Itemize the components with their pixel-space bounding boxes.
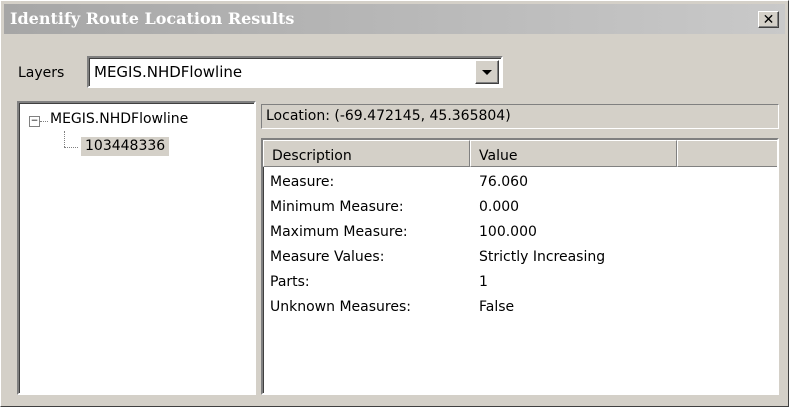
list-item[interactable]: Measure: 76.060 bbox=[263, 174, 773, 199]
results-tree[interactable]: − MEGIS.NHDFlowline 103448336 bbox=[17, 101, 256, 395]
description-cell: Minimum Measure: bbox=[270, 199, 404, 215]
close-icon: ✕ bbox=[762, 11, 775, 28]
tree-item-layer[interactable]: MEGIS.NHDFlowline bbox=[50, 111, 188, 127]
value-cell: Strictly Increasing bbox=[479, 249, 606, 265]
value-cell: 76.060 bbox=[479, 174, 528, 190]
attributes-list[interactable]: Description Value Measure: 76.060 Minimu… bbox=[261, 138, 779, 395]
list-item[interactable]: Parts: 1 bbox=[263, 274, 773, 299]
close-button[interactable]: ✕ bbox=[758, 11, 779, 28]
tree-connector bbox=[40, 121, 48, 122]
tree-connector bbox=[64, 147, 78, 148]
layers-dropdown-button[interactable] bbox=[475, 60, 499, 84]
value-cell: False bbox=[479, 299, 515, 315]
column-header-description[interactable]: Description bbox=[263, 140, 470, 167]
list-item[interactable]: Maximum Measure: 100.000 bbox=[263, 224, 773, 249]
location-field: Location: (-69.472145, 45.365804) bbox=[261, 104, 779, 129]
list-item[interactable]: Minimum Measure: 0.000 bbox=[263, 199, 773, 224]
window-title: Identify Route Location Results bbox=[10, 9, 295, 28]
location-text: Location: (-69.472145, 45.365804) bbox=[266, 108, 511, 124]
list-header: Description Value bbox=[263, 140, 777, 168]
column-header-empty[interactable] bbox=[677, 140, 777, 167]
chevron-down-icon bbox=[482, 69, 492, 75]
description-cell: Unknown Measures: bbox=[270, 299, 411, 315]
collapse-icon[interactable]: − bbox=[29, 116, 40, 127]
description-cell: Maximum Measure: bbox=[270, 224, 408, 240]
title-bar[interactable]: Identify Route Location Results ✕ bbox=[4, 4, 785, 34]
list-item[interactable]: Unknown Measures: False bbox=[263, 299, 773, 324]
description-cell: Parts: bbox=[270, 274, 310, 290]
value-cell: 100.000 bbox=[479, 224, 537, 240]
layers-dropdown-value: MEGIS.NHDFlowline bbox=[94, 63, 243, 81]
list-item[interactable]: Measure Values: Strictly Increasing bbox=[263, 249, 773, 274]
tree-connector bbox=[64, 131, 65, 147]
value-cell: 1 bbox=[479, 274, 488, 290]
value-cell: 0.000 bbox=[479, 199, 520, 215]
tree-item-feature[interactable]: 103448336 bbox=[81, 137, 170, 156]
description-cell: Measure: bbox=[270, 174, 335, 190]
layers-dropdown[interactable]: MEGIS.NHDFlowline bbox=[87, 56, 503, 88]
identify-route-dialog: Identify Route Location Results ✕ Layers… bbox=[0, 0, 789, 407]
column-header-value[interactable]: Value bbox=[470, 140, 677, 167]
description-cell: Measure Values: bbox=[270, 249, 385, 265]
layers-label: Layers bbox=[18, 65, 65, 81]
